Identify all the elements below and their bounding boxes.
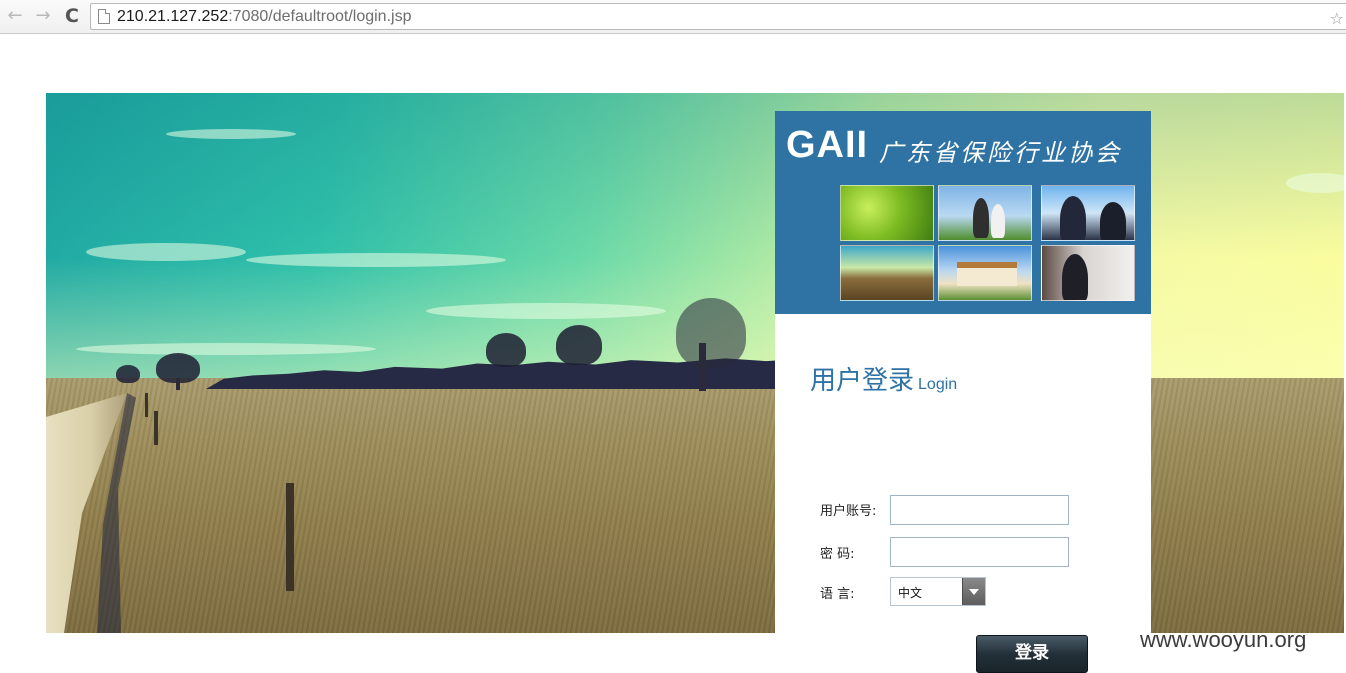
tree [676, 298, 746, 368]
person-figure [973, 198, 989, 238]
back-icon[interactable]: ← [4, 5, 26, 27]
cloud [76, 343, 376, 355]
address-bar[interactable]: 210.21.127.252:7080/defaultroot/login.js… [90, 3, 1346, 30]
person-figure [1062, 254, 1088, 300]
cloud [166, 129, 296, 139]
language-select[interactable]: 中文 [890, 577, 986, 606]
bookmark-star-icon[interactable]: ☆ [1330, 9, 1344, 28]
photo-businessmen [1041, 185, 1135, 241]
gaii-logo: GAII [786, 124, 869, 166]
photo-house [938, 245, 1032, 301]
login-panel: GAII 广东省保险行业协会 用户登录 Login 用户账号: 密 码: 语 言:… [775, 111, 1151, 673]
fence-post [145, 393, 148, 417]
fence-post [154, 411, 158, 445]
password-input[interactable] [890, 537, 1069, 567]
tree [116, 365, 140, 383]
chevron-down-icon[interactable] [962, 578, 985, 605]
cloud [86, 243, 246, 261]
language-label: 语 言: [820, 587, 855, 602]
cloud [426, 303, 666, 319]
tree [556, 325, 602, 365]
url-text: 210.21.127.252:7080/defaultroot/login.js… [117, 8, 411, 26]
person-figure [1060, 196, 1086, 240]
login-title-cn: 用户登录 [810, 366, 915, 396]
person-figure [1100, 202, 1126, 240]
url-path: :7080/defaultroot/login.jsp [228, 8, 412, 25]
login-button[interactable]: 登录 [976, 635, 1088, 673]
photo-green-leaves [840, 185, 934, 241]
fence-post [286, 483, 294, 591]
tree [486, 333, 526, 367]
login-title-en: Login [918, 376, 958, 393]
photo-family [938, 185, 1032, 241]
header-banner: GAII 广东省保险行业协会 [775, 111, 1151, 314]
url-host: 210.21.127.252 [117, 8, 229, 25]
tree-trunk [176, 378, 180, 390]
person-figure [991, 204, 1005, 238]
password-label: 密 码: [820, 547, 855, 562]
organization-name: 广东省保险行业协会 [879, 139, 1122, 167]
account-input[interactable] [890, 495, 1069, 525]
reload-icon[interactable]: C [61, 5, 83, 27]
photo-farmland [840, 245, 934, 301]
language-selected-value: 中文 [898, 586, 923, 600]
browser-toolbar: ← → C 210.21.127.252:7080/defaultroot/lo… [0, 0, 1346, 34]
page-icon [98, 9, 110, 24]
cloud [246, 253, 506, 267]
login-heading: 用户登录 Login [810, 360, 957, 397]
account-label: 用户账号: [820, 504, 877, 519]
house-shape [957, 262, 1017, 286]
tree-trunk [699, 343, 706, 391]
forward-icon[interactable]: → [32, 5, 54, 27]
watermark: www.wooyun.org [1140, 627, 1307, 652]
photo-presenter [1041, 245, 1135, 301]
